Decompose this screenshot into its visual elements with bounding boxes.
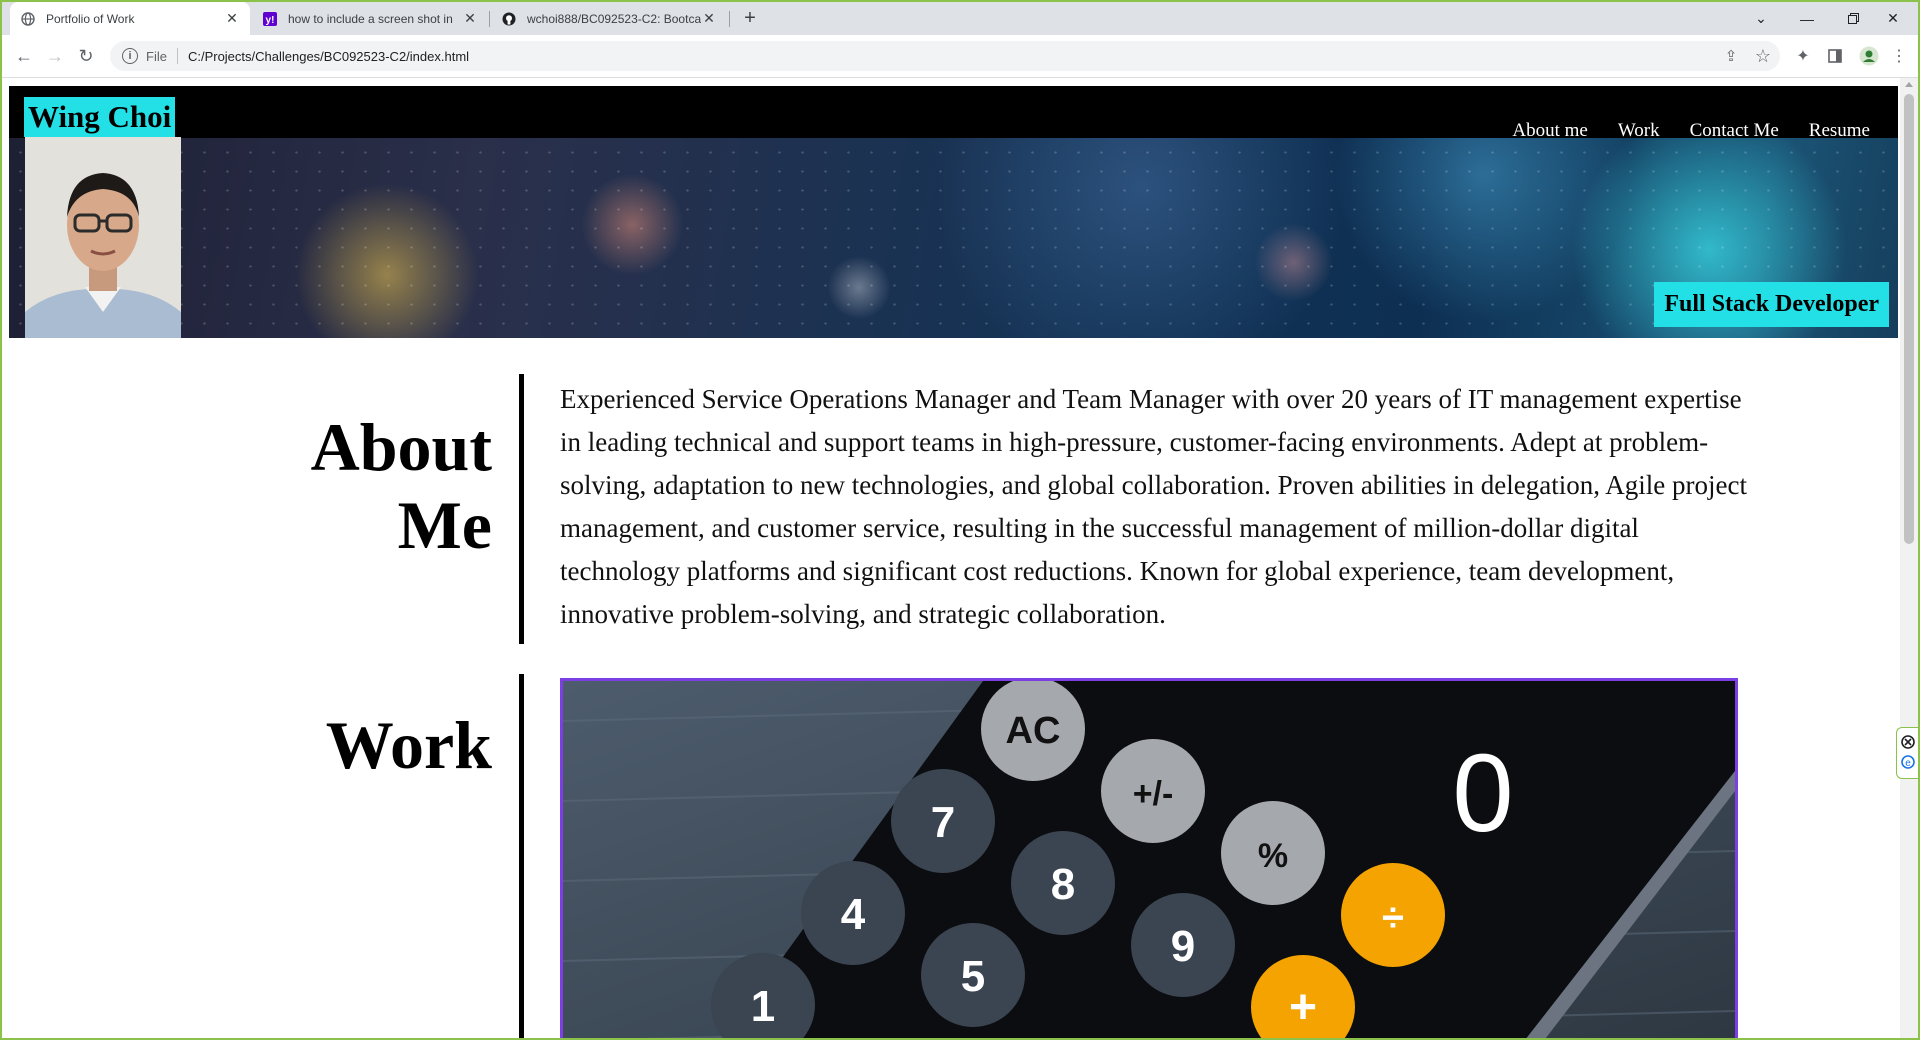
tab-search-icon[interactable]: ⌄ <box>1738 2 1784 35</box>
main-nav: About me Work Contact Me Resume <box>1512 120 1870 142</box>
reload-icon[interactable]: ↻ <box>71 41 101 71</box>
yahoo-icon: y! <box>262 11 278 27</box>
tab-strip: Portfolio of Work ✕ y! how to include a … <box>2 2 1918 35</box>
svg-text:9: 9 <box>1171 922 1195 971</box>
tab-yahoo[interactable]: y! how to include a screen shot in ✕ <box>252 2 488 35</box>
back-icon[interactable]: ← <box>9 41 39 71</box>
scroll-up-icon[interactable] <box>1905 82 1913 87</box>
calc-key-ac: AC <box>981 681 1085 781</box>
svg-text:7: 7 <box>931 798 955 847</box>
svg-text:y!: y! <box>266 15 275 26</box>
page-viewport: Wing Choi About me Work Contact Me Resum… <box>2 78 1900 1038</box>
close-tab-icon[interactable]: ✕ <box>224 10 240 27</box>
tab-separator <box>489 11 490 27</box>
svg-text:e: e <box>1905 758 1911 769</box>
calc-key-divide: ÷ <box>1341 863 1445 967</box>
svg-text:1: 1 <box>751 982 775 1031</box>
address-url: C:/Projects/Challenges/BC092523-C2/index… <box>187 48 470 64</box>
about-heading-line1: About <box>310 409 492 485</box>
minimize-icon[interactable]: — <box>1784 2 1830 35</box>
site-brand: Wing Choi <box>24 97 176 137</box>
share-icon[interactable]: ⇪ <box>1716 41 1746 71</box>
globe-icon <box>20 11 36 27</box>
scroll-thumb[interactable] <box>1904 94 1914 544</box>
address-scheme: File <box>146 48 167 64</box>
calc-key-7: 7 <box>891 769 995 873</box>
calc-key-plus-minus: +/- <box>1101 739 1205 843</box>
about-text: Experienced Service Operations Manager a… <box>560 384 1747 629</box>
nav-link-contact[interactable]: Contact Me <box>1690 120 1779 142</box>
tab-github[interactable]: wchoi888/BC092523-C2: Bootca ✕ <box>491 2 727 35</box>
address-bar[interactable]: i File C:/Projects/Challenges/BC092523-C… <box>110 41 1780 71</box>
work-project-image[interactable]: AC +/- % 7 8 9 4 5 1 ÷ + 0 <box>560 678 1738 1038</box>
tab-separator <box>729 11 730 27</box>
svg-text:+/-: +/- <box>1133 775 1174 813</box>
svg-text:5: 5 <box>961 952 985 1001</box>
github-icon <box>501 11 517 27</box>
calc-key-percent: % <box>1221 801 1325 905</box>
menu-icon[interactable]: ⋮ <box>1884 41 1914 71</box>
svg-text:%: % <box>1258 837 1288 875</box>
about-heading: About Me <box>152 408 492 564</box>
new-tab-button[interactable]: + <box>737 2 763 35</box>
role-tagline: Full Stack Developer <box>1654 282 1889 327</box>
tab-title: Portfolio of Work <box>46 11 135 26</box>
side-panel-icon[interactable] <box>1820 41 1850 71</box>
work-divider <box>519 674 524 1038</box>
nav-link-about[interactable]: About me <box>1512 120 1587 142</box>
nav-link-resume[interactable]: Resume <box>1809 120 1870 142</box>
about-heading-line2: Me <box>397 487 492 563</box>
calc-key-9: 9 <box>1131 893 1235 997</box>
tab-title: how to include a screen shot in <box>288 11 453 26</box>
calc-display-zero: 0 <box>1452 732 1513 855</box>
svg-text:8: 8 <box>1051 860 1075 909</box>
close-tab-icon[interactable]: ✕ <box>462 10 478 27</box>
tab-portfolio[interactable]: Portfolio of Work ✕ <box>10 2 250 35</box>
browser-toolbar: ← → ↻ i File C:/Projects/Challenges/BC09… <box>2 35 1918 78</box>
svg-text:÷: ÷ <box>1382 896 1404 940</box>
address-divider <box>176 48 178 64</box>
hero-header: Wing Choi About me Work Contact Me Resum… <box>9 86 1898 338</box>
extensions-icon[interactable]: ✦ <box>1788 41 1818 71</box>
calc-key-8: 8 <box>1011 831 1115 935</box>
forward-icon[interactable]: → <box>40 41 70 71</box>
svg-text:AC: AC <box>1006 710 1061 752</box>
calc-key-4: 4 <box>801 861 905 965</box>
site-info-icon[interactable]: i <box>122 48 138 64</box>
close-window-icon[interactable]: ✕ <box>1870 2 1916 35</box>
profile-photo <box>25 137 181 338</box>
about-divider <box>519 374 524 644</box>
calc-key-5: 5 <box>921 923 1025 1027</box>
tab-title: wchoi888/BC092523-C2: Bootca <box>527 11 701 26</box>
svg-text:+: + <box>1289 981 1317 1034</box>
svg-text:0: 0 <box>1452 732 1513 855</box>
nav-link-work[interactable]: Work <box>1618 120 1660 142</box>
bookmark-star-icon[interactable]: ☆ <box>1748 41 1778 71</box>
browser-window: Portfolio of Work ✕ y! how to include a … <box>0 0 1920 1040</box>
close-tab-icon[interactable]: ✕ <box>701 10 717 27</box>
edge-side-widget[interactable]: e <box>1896 727 1918 779</box>
page-scrollbar[interactable] <box>1900 78 1918 1038</box>
profile-avatar-icon[interactable] <box>1854 41 1884 71</box>
work-heading: Work <box>325 707 492 783</box>
svg-text:4: 4 <box>841 890 866 939</box>
